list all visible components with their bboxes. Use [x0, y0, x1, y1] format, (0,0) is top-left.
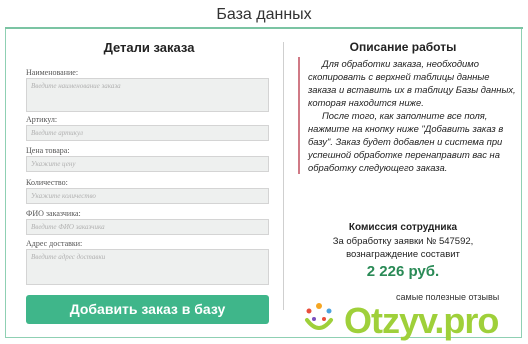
- address-label: Адрес доставки:: [26, 239, 83, 248]
- price-input[interactable]: Укажите цену: [26, 156, 269, 172]
- page-title: База данных: [216, 6, 312, 23]
- quantity-label: Количество:: [26, 178, 68, 187]
- column-divider: [283, 42, 284, 310]
- price-label: Цена товара:: [26, 146, 70, 155]
- watermark-logo-text: Otzyv.pro: [344, 300, 499, 341]
- name-label: Наименование:: [26, 68, 79, 77]
- otzyv-logo-icon: [305, 303, 333, 330]
- order-form-title: Детали заказа: [103, 40, 195, 55]
- commission-line-1: За обработку заявки № 547592,: [332, 236, 474, 247]
- work-description-text: Для обработки заказа, необходимо скопиро…: [298, 57, 520, 174]
- description-paragraph-2: После того, как заполните все поля, нажм…: [308, 110, 504, 173]
- description-paragraph-1: Для обработки заказа, необходимо скопиро…: [308, 58, 516, 108]
- name-input[interactable]: Введите наименование заказа: [26, 78, 269, 112]
- article-input[interactable]: Введите артикул: [26, 125, 269, 141]
- add-order-button[interactable]: Добавить заказ в базу: [26, 295, 269, 324]
- address-input[interactable]: Введите адрес доставки: [26, 249, 269, 285]
- commission-amount: 2 226 руб.: [366, 263, 440, 280]
- customer-name-label: ФИО заказчика:: [26, 209, 81, 218]
- otzyv-watermark: самые полезные отзывы Otzyv.pro: [296, 288, 526, 342]
- commission-line-2: вознаграждение составит: [346, 249, 460, 260]
- quantity-input[interactable]: Укажите количество: [26, 188, 269, 204]
- commission-title: Комиссия сотрудника: [348, 222, 458, 233]
- article-label: Артикул:: [26, 115, 58, 124]
- customer-name-input[interactable]: Введите ФИО заказчика: [26, 219, 269, 235]
- work-description-title: Описание работы: [349, 40, 457, 54]
